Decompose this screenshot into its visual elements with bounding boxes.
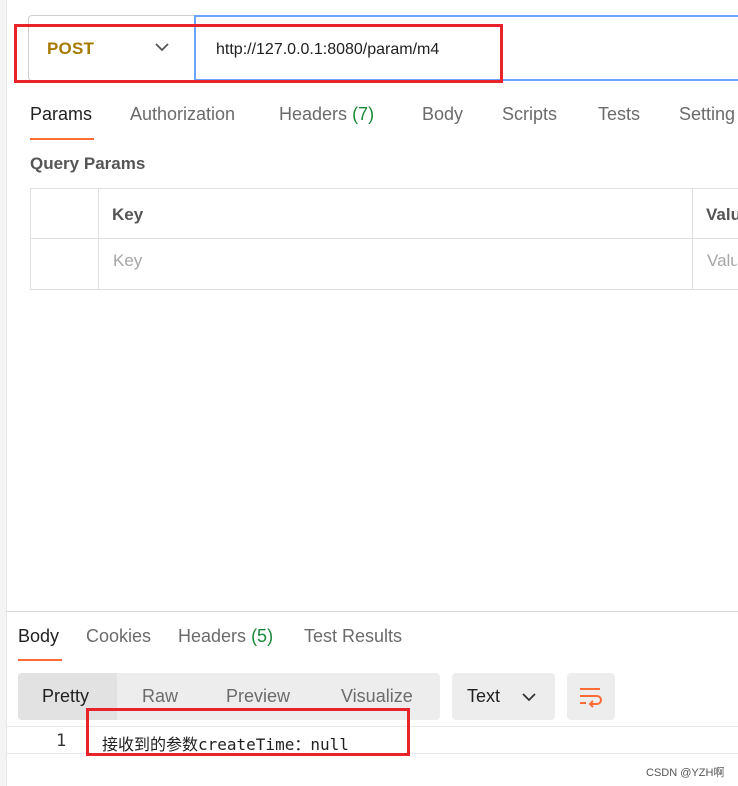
method-label: POST	[47, 39, 95, 58]
tab-label: Setting	[679, 104, 736, 124]
tab-authorization[interactable]: Authorization	[130, 104, 235, 125]
tab-headers[interactable]: Headers (7)	[279, 104, 374, 125]
tab-test-results[interactable]: Test Results	[304, 626, 402, 647]
tab-label: Body	[18, 626, 60, 646]
chevron-down-icon	[522, 693, 536, 702]
left-panel-edge	[0, 0, 7, 786]
headers-count: (5)	[251, 626, 274, 646]
active-tab-indicator	[18, 659, 62, 661]
tab-settings[interactable]: Setting	[679, 104, 735, 125]
request-tabs: Params Authorization Headers (7) Body Sc…	[30, 104, 738, 140]
tab-tests[interactable]: Tests	[598, 104, 640, 125]
tab-label: Params	[30, 104, 93, 124]
tab-label: Cookies	[86, 626, 152, 646]
column-header-value: Valu	[706, 205, 738, 224]
key-input[interactable]	[113, 251, 313, 271]
request-bar: POST http://127.0.0.1:8080/param/m4	[28, 15, 738, 81]
tab-body[interactable]: Body	[422, 104, 463, 125]
url-input[interactable]: http://127.0.0.1:8080/param/m4	[194, 15, 738, 81]
query-params-title: Query Params	[30, 154, 146, 173]
tab-label: Headers	[279, 104, 348, 124]
response-tabs: Body Cookies Headers (5) Test Results	[18, 626, 718, 662]
format-dropdown[interactable]: Text	[452, 673, 555, 720]
line-number: 1	[56, 731, 67, 751]
column-divider	[98, 189, 99, 289]
chevron-down-icon	[155, 43, 169, 52]
tab-label: Test Results	[304, 626, 403, 646]
active-tab-indicator	[30, 138, 94, 140]
tab-scripts[interactable]: Scripts	[502, 104, 557, 125]
tab-label: Headers	[178, 626, 247, 646]
column-divider	[692, 189, 693, 289]
tab-label: Scripts	[502, 104, 558, 124]
method-selector[interactable]: POST	[28, 15, 195, 81]
column-header-key: Key	[112, 205, 144, 224]
view-mode-pretty[interactable]: Pretty	[42, 686, 89, 707]
tab-label: Tests	[598, 104, 641, 124]
tab-response-body[interactable]: Body	[18, 626, 59, 647]
tab-cookies[interactable]: Cookies	[86, 626, 151, 647]
format-label: Text	[467, 686, 501, 706]
query-params-table: Key Valu	[30, 188, 738, 290]
wrap-lines-icon	[580, 688, 602, 708]
view-mode-preview[interactable]: Preview	[226, 686, 290, 707]
view-mode-raw[interactable]: Raw	[142, 686, 178, 707]
url-text: http://127.0.0.1:8080/param/m4	[216, 41, 440, 58]
view-mode-visualize[interactable]: Visualize	[341, 686, 413, 707]
table-header-row: Key Valu	[31, 189, 738, 239]
response-body-line: 接收到的参数createTime：null	[102, 735, 349, 754]
value-input[interactable]	[707, 251, 737, 271]
tab-label: Authorization	[130, 104, 236, 124]
tab-label: Body	[422, 104, 464, 124]
watermark: CSDN @YZH啊	[646, 767, 725, 779]
headers-count: (7)	[352, 104, 375, 124]
tab-response-headers[interactable]: Headers (5)	[178, 626, 273, 647]
view-mode-selector: Pretty Raw Preview Visualize	[18, 673, 440, 720]
wrap-lines-button[interactable]	[567, 673, 615, 720]
table-row	[31, 239, 738, 288]
panel-divider[interactable]	[6, 611, 738, 612]
tab-params[interactable]: Params	[30, 104, 92, 125]
